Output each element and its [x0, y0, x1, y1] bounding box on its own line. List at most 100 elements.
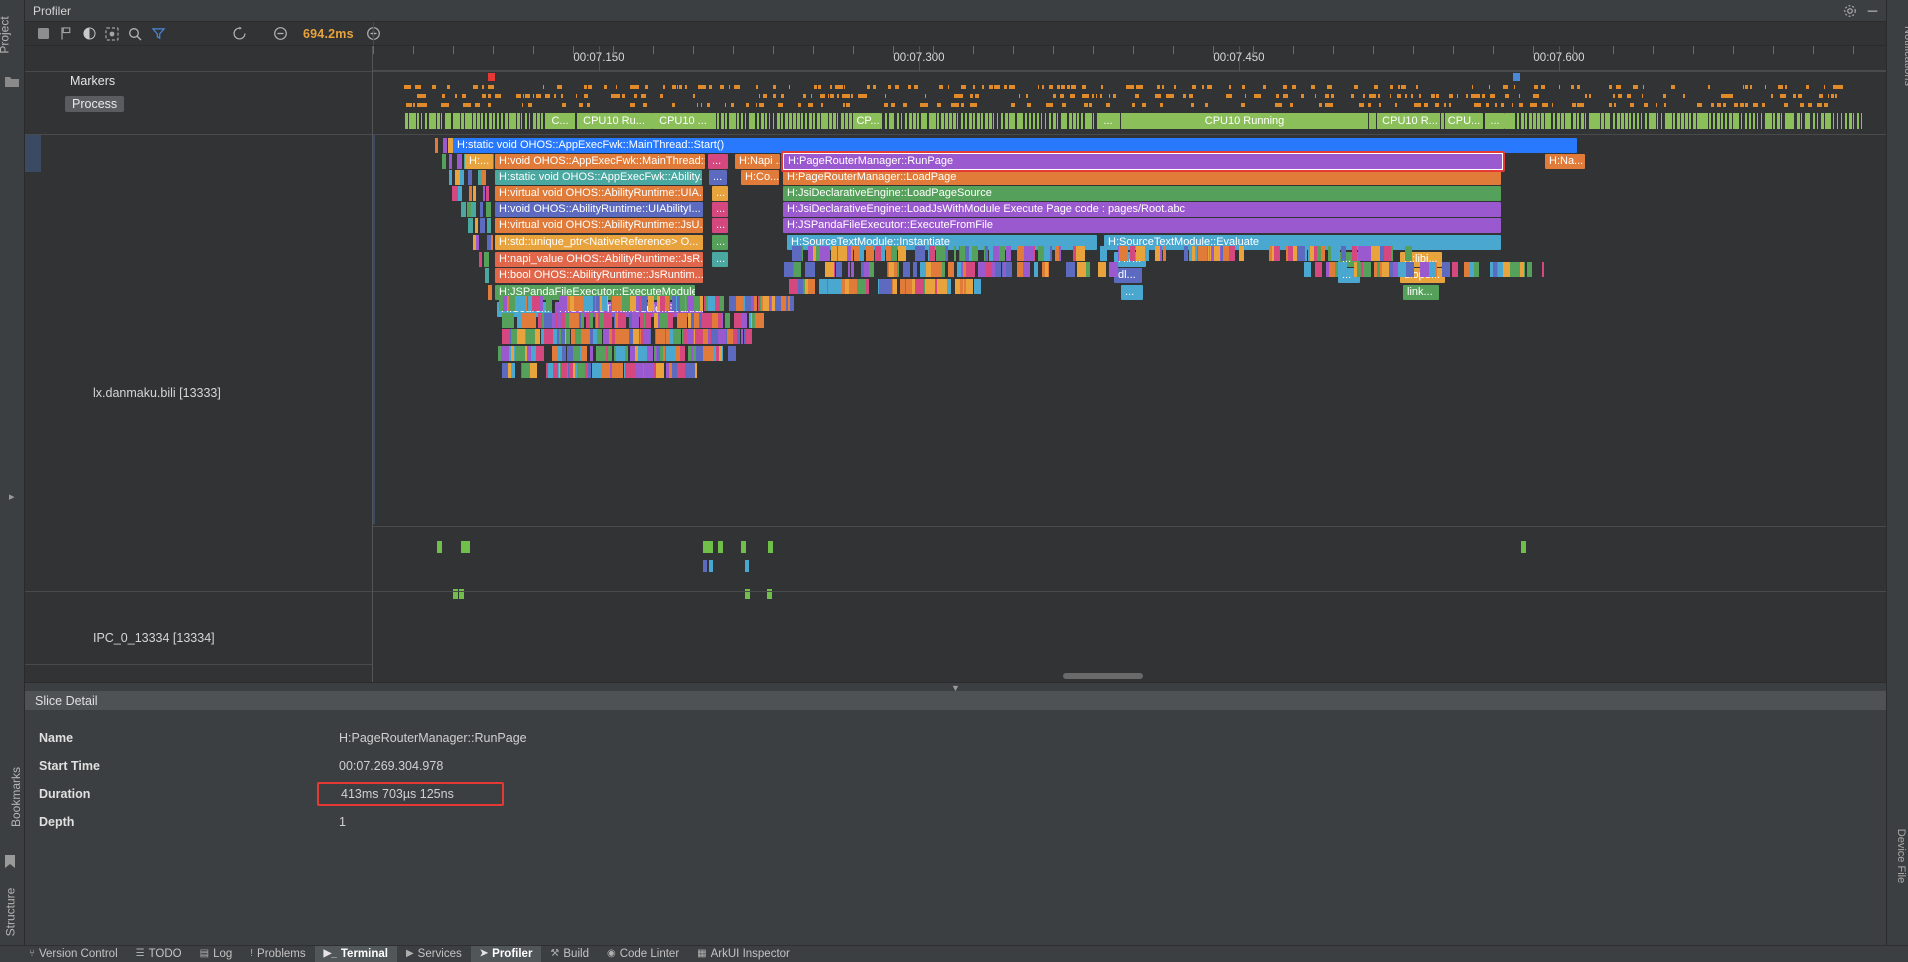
status-bar-item-version-control[interactable]: ⑂ Version Control: [20, 946, 127, 962]
bookmark-icon[interactable]: [5, 855, 19, 869]
services-icon: ▶: [405, 948, 414, 959]
slice-bar[interactable]: H:void OHOS::AbilityRuntime::UIAbilityI.…: [495, 202, 703, 217]
slice-bar[interactable]: H:Napi ..: [735, 154, 780, 169]
slice-bar[interactable]: H:Co...: [741, 170, 779, 185]
slice-bar[interactable]: H:JsiDeclarativeEngine::LoadPageSource: [783, 186, 1501, 201]
slice-cluster[interactable]: [498, 313, 764, 328]
status-bar-item-services[interactable]: ▶ Services: [397, 946, 471, 962]
folder-icon[interactable]: [5, 74, 19, 88]
linter-icon: ◉: [606, 948, 616, 959]
slice-bar[interactable]: ...: [708, 154, 728, 169]
slice-bar[interactable]: H:void OHOS::AppExecFwk::MainThread::...: [495, 154, 705, 169]
track-separator: [373, 526, 1886, 527]
status-bar-item-label: Services: [417, 947, 462, 960]
ruler-minor-tick: [1613, 46, 1614, 54]
slice-cluster[interactable]: [1113, 246, 1413, 261]
slice-bar[interactable]: H:static void OHOS::AppExecFwk::MainThre…: [453, 138, 1577, 153]
cpu-slice[interactable]: CPU10 Running: [1123, 113, 1366, 129]
slice-bar[interactable]: H:Na...: [1545, 154, 1585, 169]
slice-bar[interactable]: H:bool OHOS::AbilityRuntime::JsRuntim...: [495, 268, 703, 283]
status-bar-item-profiler[interactable]: ➤ Profiler: [470, 945, 542, 962]
status-bar-item-arkui-inspector[interactable]: ▦ ArkUI Inspector: [688, 946, 799, 962]
cpu-slice[interactable]: CPU...: [1445, 113, 1483, 129]
slice-bar[interactable]: H:JSPandaFileExecutor::ExecuteFromFile: [783, 218, 1501, 233]
slice-bar[interactable]: H:PageRouterManager::LoadPage: [783, 170, 1501, 185]
flag-icon[interactable]: [56, 24, 76, 44]
search-icon[interactable]: [125, 24, 145, 44]
slice-bar[interactable]: link...: [1403, 285, 1439, 300]
cpu-slice[interactable]: CP...: [855, 113, 881, 129]
sidebar-tab-device-file[interactable]: Device File: [1895, 829, 1907, 883]
status-bar-item-todo[interactable]: ☰ TODO: [127, 946, 191, 962]
slice-bar[interactable]: ...: [712, 235, 728, 250]
sidebar-tab-notifications[interactable]: Notifications: [1902, 26, 1908, 86]
slice-bar[interactable]: H:JsiDeclarativeEngine::LoadJsWithModule…: [783, 202, 1501, 217]
expand-arrow-icon[interactable]: ▸: [9, 490, 15, 503]
chevron-down-icon[interactable]: ▼: [951, 683, 960, 693]
slice-bar[interactable]: dl...: [1114, 268, 1142, 283]
ruler-minor-tick: [653, 46, 654, 54]
slice-bar[interactable]: H:std::unique_ptr<NativeReference> O...: [495, 235, 703, 250]
marker-flag-blue[interactable]: [1513, 73, 1520, 81]
record-icon[interactable]: [79, 24, 99, 44]
ruler-minor-tick: [1333, 46, 1334, 54]
slice-bar[interactable]: ...: [1121, 285, 1143, 300]
selected-slice-bar[interactable]: H:PageRouterManager::RunPage: [782, 152, 1504, 171]
ruler-label: 00:07.300: [893, 52, 945, 64]
slice-bar[interactable]: H:...: [465, 154, 493, 169]
slice-bar[interactable]: ...: [712, 252, 728, 267]
cpu-slice[interactable]: ...: [1485, 113, 1505, 129]
slice-bar[interactable]: H:static void OHOS::AppExecFwk::Ability.…: [495, 170, 702, 185]
ruler-minor-tick: [1133, 46, 1134, 54]
sidebar-tab-project[interactable]: Project: [0, 16, 12, 53]
slice-cluster[interactable]: [498, 329, 753, 344]
slice-cluster[interactable]: [783, 262, 1119, 277]
cpu-slice[interactable]: ...: [1097, 113, 1119, 129]
status-bar-item-problems[interactable]: ! Problems: [241, 946, 314, 962]
cpu-slice[interactable]: C...: [545, 113, 575, 129]
ruler-minor-tick: [733, 46, 734, 54]
slice-cluster[interactable]: [498, 363, 698, 378]
slice-cluster[interactable]: [783, 279, 983, 294]
slice-bar[interactable]: H:napi_value OHOS::AbilityRuntime::JsR..…: [495, 252, 703, 267]
gear-icon[interactable]: [1842, 3, 1858, 19]
horizontal-scrollbar[interactable]: [1063, 673, 1143, 679]
minimize-icon[interactable]: [1864, 3, 1880, 19]
marker-flag-red[interactable]: [488, 73, 495, 81]
slice-bar[interactable]: ...: [709, 170, 727, 185]
status-bar-item-code-linter[interactable]: ◉ Code Linter: [598, 946, 688, 962]
slice-bar[interactable]: H:virtual void OHOS::AbilityRuntime::JsU…: [495, 218, 703, 233]
cpu-slice[interactable]: CPU10 R...: [1381, 113, 1439, 129]
timeline-chart[interactable]: 00:07.150 00:07.300 00:07.450 00:07.600 C..…: [373, 46, 1886, 682]
slice-bar[interactable]: H:virtual void OHOS::AbilityRuntime::UIA…: [495, 186, 703, 201]
filter-icon[interactable]: [148, 24, 168, 44]
zoom-out-icon[interactable]: [270, 24, 290, 44]
profiler-icon: ➤: [479, 948, 489, 959]
status-bar-item-log[interactable]: ▤ Log: [191, 946, 242, 962]
snapshot-icon[interactable]: [102, 24, 122, 44]
ipc-track-secondary[interactable]: [373, 560, 1886, 572]
status-bar-item-build[interactable]: ⚒ Build: [541, 946, 598, 962]
slice-bar[interactable]: ...: [712, 186, 728, 201]
slice-cluster[interactable]: [498, 296, 795, 311]
markers-label: Markers: [70, 74, 116, 88]
stop-icon[interactable]: [33, 24, 53, 44]
panel-splitter[interactable]: ▼: [25, 682, 1886, 693]
cpu-track-row[interactable]: C... CPU10 Ru... CPU10 ... CP...... CPU10 Ru…: [373, 113, 1886, 129]
cpu-slice[interactable]: CPU10 Ru...: [578, 113, 650, 129]
time-ruler[interactable]: 00:07.150 00:07.300 00:07.450 00:07.600: [373, 46, 1886, 71]
ipc-track[interactable]: [373, 541, 1886, 553]
cpu-slice[interactable]: CPU10 ...: [652, 113, 714, 129]
sidebar-tab-structure[interactable]: Structure: [3, 888, 17, 937]
sidebar-tab-bookmarks[interactable]: Bookmarks: [9, 767, 23, 827]
slice-cluster[interactable]: [498, 346, 736, 361]
ruler-minor-tick: [1773, 46, 1774, 54]
slice-bar[interactable]: ...: [712, 202, 728, 217]
slice-bar[interactable]: ...: [712, 218, 728, 233]
status-bar-item-terminal[interactable]: ▶_ Terminal: [314, 945, 397, 962]
stack-row: H:static void OHOS::AppExecFwk::Ability.…: [373, 170, 1886, 185]
slice-cluster[interactable]: [1303, 262, 1563, 277]
slice-cluster[interactable]: [783, 246, 1108, 261]
reset-zoom-icon[interactable]: [229, 24, 249, 44]
ruler-minor-tick: [573, 46, 574, 54]
